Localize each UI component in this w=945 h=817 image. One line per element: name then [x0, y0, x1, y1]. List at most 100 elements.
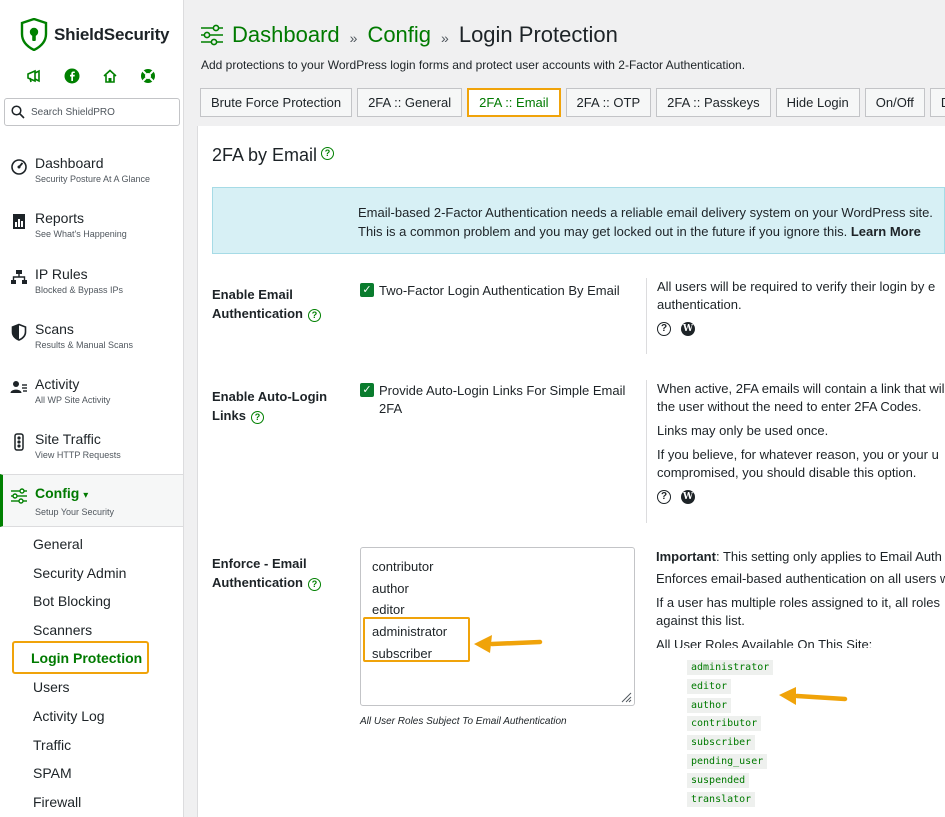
nav-item-site-traffic[interactable]: Site Traffic View HTTP Requests: [0, 425, 183, 473]
role-code: administrator: [687, 660, 774, 675]
tab-2fa-otp[interactable]: 2FA :: OTP: [565, 88, 652, 117]
help-icon[interactable]: ?: [308, 578, 321, 591]
nav-item-config[interactable]: Config ▾ Setup Your Security: [0, 474, 183, 527]
checkbox-label: Provide Auto-Login Links For Simple Emai…: [379, 383, 626, 398]
facebook-icon[interactable]: [64, 68, 80, 84]
subnav-activity-log[interactable]: Activity Log: [33, 708, 105, 724]
shield-icon: [11, 323, 27, 341]
breadcrumb: Dashboard » Config » Login Protection: [200, 22, 618, 48]
nav-label: Site Traffic: [35, 431, 101, 447]
search-box[interactable]: [4, 98, 180, 126]
checkbox-email-auth[interactable]: ✓ Two-Factor Login Authentication By Ema…: [360, 282, 620, 300]
label-line: Enforce - Email: [212, 556, 307, 571]
help-icon[interactable]: ?: [250, 411, 264, 424]
subnav-bot-blocking[interactable]: Bot Blocking: [33, 593, 111, 609]
important-label: Important: [656, 549, 716, 564]
subnav-login-protection[interactable]: Login Protection: [12, 641, 149, 674]
role-code: suspended: [687, 772, 750, 788]
search-input[interactable]: [31, 106, 171, 118]
home-icon[interactable]: [102, 68, 118, 84]
resize-handle-icon[interactable]: [620, 691, 632, 703]
nav-item-ip-rules[interactable]: IP Rules Blocked & Bypass IPs: [0, 260, 183, 308]
checkbox-checked-icon[interactable]: ✓: [360, 283, 374, 297]
role-entry: contributor: [372, 559, 434, 574]
arrow-annotation-icon: [474, 635, 543, 653]
help-icon[interactable]: ?: [308, 309, 321, 322]
nav-label: Dashboard: [35, 155, 104, 171]
section-title-text: 2FA by Email: [212, 145, 318, 165]
subnav-scanners[interactable]: Scanners: [33, 622, 92, 638]
tab-hide-login[interactable]: Hide Login: [775, 88, 860, 117]
role-entry: author: [372, 580, 409, 596]
notice-line-2: This is a common problem and you may get…: [358, 224, 848, 239]
tab-2fa-general[interactable]: 2FA :: General: [357, 88, 463, 117]
nav-item-dashboard[interactable]: Dashboard Security Posture At A Glance: [0, 149, 183, 197]
label-line: Authentication: [212, 575, 303, 590]
breadcrumb-separator: »: [349, 30, 358, 46]
megaphone-icon[interactable]: [26, 68, 42, 84]
nav-label: Reports: [35, 210, 85, 226]
tab-2fa-passkeys[interactable]: 2FA :: Passkeys: [656, 88, 771, 117]
description-enforce: Important: This setting only applies to …: [646, 548, 945, 648]
role-code: pending_user: [687, 753, 768, 769]
page-title: Login Protection: [458, 22, 618, 47]
sidebar: ShieldSecurity Dashboard Security Posture…: [0, 0, 184, 817]
nav-sublabel: Setup Your Security: [35, 507, 115, 517]
nav-label: IP Rules: [35, 266, 88, 282]
network-icon: [11, 270, 27, 284]
page-subtitle: Add protections to your WordPress login …: [201, 58, 746, 72]
nav-sublabel: View HTTP Requests: [35, 450, 121, 460]
label-line: Links: [212, 408, 246, 423]
social-links: [26, 68, 156, 84]
learn-more-link[interactable]: Learn More: [851, 224, 921, 239]
nav-item-reports[interactable]: Reports See What's Happening: [0, 204, 183, 252]
help-circle-icon[interactable]: ?: [657, 490, 671, 504]
tab-on-off[interactable]: On/Off: [864, 88, 925, 117]
highlight-box: [363, 617, 470, 662]
tab-dependencies[interactable]: Dep: [929, 88, 945, 117]
tab-2fa-email[interactable]: 2FA :: Email: [467, 88, 561, 117]
support-icon[interactable]: [140, 68, 156, 84]
subnav-firewall[interactable]: Firewall: [33, 794, 81, 810]
help-icon[interactable]: ?: [321, 147, 335, 160]
nav-sublabel: All WP Site Activity: [35, 395, 111, 405]
arrow-annotation-icon: [779, 687, 848, 705]
sliders-icon: [11, 488, 27, 504]
desc-line: If you believe, for whatever reason, you…: [657, 447, 939, 462]
wordpress-icon[interactable]: W: [681, 322, 695, 336]
subnav-users[interactable]: Users: [33, 679, 70, 695]
subnav-security-admin[interactable]: Security Admin: [33, 565, 126, 581]
checkbox-auto-login[interactable]: ✓ Provide Auto-Login Links For Simple Em…: [360, 382, 625, 418]
subnav-traffic[interactable]: Traffic: [33, 737, 71, 753]
nav-item-scans[interactable]: Scans Results & Manual Scans: [0, 315, 183, 363]
breadcrumb-dashboard[interactable]: Dashboard: [232, 22, 340, 48]
desc-line: : This setting only applies to Email Aut…: [715, 549, 942, 564]
caret-down-icon: ▾: [83, 490, 89, 501]
brand-logo[interactable]: ShieldSecurity: [20, 18, 169, 51]
role-code: contributor: [687, 716, 762, 732]
nav-item-activity[interactable]: Activity All WP Site Activity: [0, 370, 183, 418]
nav-sublabel: See What's Happening: [35, 229, 127, 239]
wordpress-icon[interactable]: W: [681, 490, 695, 504]
role-code: editor: [687, 678, 732, 694]
brand-name: ShieldSecurity: [54, 24, 170, 44]
breadcrumb-config[interactable]: Config: [367, 22, 431, 48]
label-line: Enable Auto-Login: [212, 389, 328, 404]
shield-logo-icon: [20, 18, 48, 51]
role-code: translator: [687, 791, 756, 807]
desc-line: compromised, you should disable this opt…: [657, 465, 917, 480]
subnav-spam[interactable]: SPAM: [33, 765, 72, 781]
label-enforce-email-auth: Enforce - Email Authentication?: [212, 554, 321, 592]
help-circle-icon[interactable]: ?: [657, 322, 671, 336]
label-enable-email-auth: Enable Email Authentication?: [212, 285, 321, 323]
notice-line-1: Email-based 2-Factor Authentication need…: [358, 205, 933, 220]
tab-brute-force[interactable]: Brute Force Protection: [200, 88, 353, 117]
desc-line: authentication.: [657, 297, 742, 312]
nav-label: Scans: [35, 321, 74, 337]
desc-line: If a user has multiple roles assigned to…: [656, 595, 940, 610]
desc-line: Links may only be used once.: [657, 423, 829, 438]
tab-bar: Brute Force Protection 2FA :: General 2F…: [200, 88, 945, 117]
textarea-caption: All User Roles Subject To Email Authenti…: [360, 716, 567, 727]
checkbox-checked-icon[interactable]: ✓: [360, 383, 374, 397]
subnav-general[interactable]: General: [33, 536, 83, 552]
